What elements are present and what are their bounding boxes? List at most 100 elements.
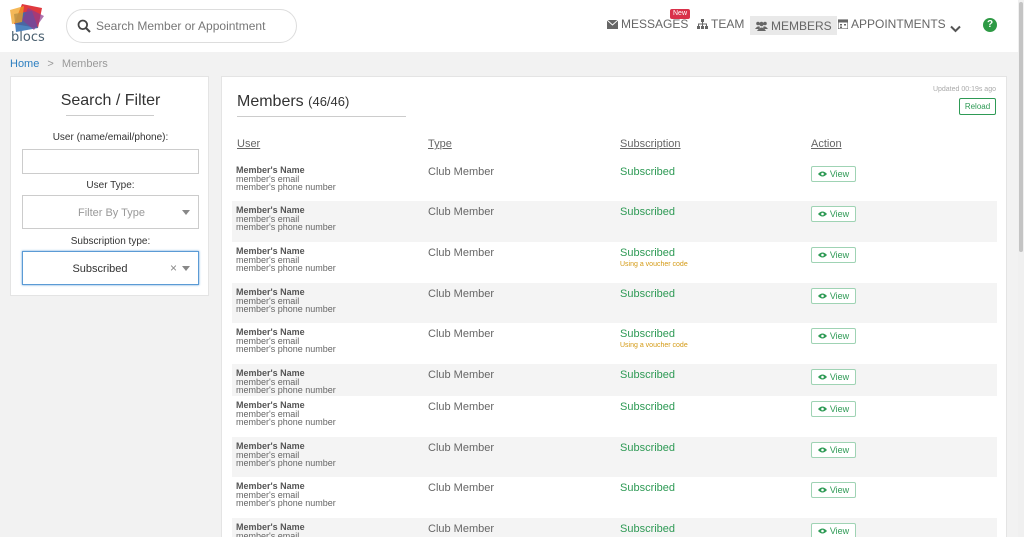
view-member-button[interactable]: View bbox=[811, 482, 856, 498]
user-type-placeholder: Filter By Type bbox=[77, 207, 146, 219]
member-user-cell: Member's Namemember's emailmember's phon… bbox=[236, 482, 336, 508]
nav-members[interactable]: MEMBERS bbox=[750, 16, 837, 35]
member-subscription-cell: Subscribed bbox=[620, 401, 675, 413]
nav-appointments[interactable]: APPOINTMENTS bbox=[838, 17, 946, 31]
filter-title: Search / Filter bbox=[60, 92, 161, 109]
table-row: Member's Namemember's emailmember's phon… bbox=[232, 161, 997, 201]
eye-icon bbox=[817, 374, 827, 380]
view-member-button[interactable]: View bbox=[811, 328, 856, 344]
clear-icon[interactable]: × bbox=[170, 261, 177, 275]
member-type: Club Member bbox=[428, 401, 495, 413]
eye-icon bbox=[817, 211, 827, 217]
view-member-button[interactable]: View bbox=[811, 401, 856, 417]
chevron-down-icon[interactable] bbox=[950, 20, 961, 38]
user-type-select[interactable]: Filter By Type bbox=[22, 195, 199, 229]
member-user-cell: Member's Namemember's emailmember's phon… bbox=[236, 328, 336, 354]
members-count: (46/46) bbox=[308, 94, 350, 109]
view-button-label: View bbox=[829, 526, 850, 536]
member-type: Club Member bbox=[428, 288, 495, 300]
member-user-cell: Member's Namemember's emailmember's phon… bbox=[236, 166, 336, 192]
view-member-button[interactable]: View bbox=[811, 247, 856, 263]
member-subscription-cell: Subscribed Using a voucher code bbox=[620, 328, 688, 349]
eye-icon bbox=[817, 293, 827, 299]
column-header-user[interactable]: User bbox=[237, 138, 260, 150]
member-phone: member's phone number bbox=[236, 458, 336, 468]
scrollbar-thumb[interactable] bbox=[1019, 2, 1023, 252]
member-subscription-cell: Subscribed bbox=[620, 369, 675, 381]
view-member-button[interactable]: View bbox=[811, 206, 856, 222]
nav-messages[interactable]: MESSAGES bbox=[607, 17, 688, 31]
column-header-subscription[interactable]: Subscription bbox=[620, 138, 681, 150]
nav-appointments-label: APPOINTMENTS bbox=[851, 17, 946, 31]
filter-title-divider bbox=[66, 115, 154, 116]
sitemap-icon bbox=[697, 19, 708, 29]
view-button-label: View bbox=[829, 331, 850, 341]
member-phone: member's phone number bbox=[236, 222, 336, 232]
member-subscription-cell: Subscribed bbox=[620, 523, 675, 535]
member-subscription: Subscribed bbox=[620, 206, 676, 218]
reload-button[interactable]: Reload bbox=[959, 98, 996, 115]
member-user-cell: Member's Namemember's emailmember's phon… bbox=[236, 247, 336, 273]
member-type: Club Member bbox=[428, 328, 495, 340]
member-type: Club Member bbox=[428, 442, 495, 454]
users-icon bbox=[755, 21, 768, 31]
column-header-action[interactable]: Action bbox=[811, 138, 842, 150]
member-email: member's email bbox=[236, 530, 300, 537]
member-type: Club Member bbox=[428, 523, 495, 535]
column-header-type[interactable]: Type bbox=[428, 138, 452, 150]
eye-icon bbox=[817, 252, 827, 258]
member-user-cell: Member's Namemember's emailmember's phon… bbox=[236, 401, 336, 427]
table-row: Member's Namemember's emailmember's phon… bbox=[232, 283, 997, 323]
member-phone: member's phone number bbox=[236, 304, 336, 314]
member-subscription: Subscribed bbox=[620, 523, 676, 535]
member-user-cell: Member's Namemember's emailmember's phon… bbox=[236, 288, 336, 314]
question-circle-icon[interactable]: ? bbox=[983, 18, 997, 32]
user-type-label: User Type: bbox=[86, 180, 135, 191]
view-member-button[interactable]: View bbox=[811, 369, 856, 385]
member-phone: member's phone number bbox=[236, 417, 336, 427]
view-button-label: View bbox=[829, 291, 850, 301]
member-user-cell: Member's Namemember's emailmember's phon… bbox=[236, 442, 336, 468]
view-member-button[interactable]: View bbox=[811, 523, 856, 537]
view-member-button[interactable]: View bbox=[811, 442, 856, 458]
nav-team[interactable]: TEAM bbox=[697, 17, 744, 31]
subscription-type-label: Subscription type: bbox=[70, 236, 151, 247]
page-scrollbar[interactable] bbox=[1018, 0, 1024, 537]
table-row: Member's Namemember's emailmember's phon… bbox=[232, 242, 997, 283]
member-phone: member's phone number bbox=[236, 182, 336, 192]
user-filter-input[interactable] bbox=[22, 149, 199, 174]
breadcrumb: Home > Members bbox=[10, 58, 108, 70]
member-type: Club Member bbox=[428, 166, 495, 178]
view-button-label: View bbox=[829, 209, 850, 219]
search-input[interactable] bbox=[96, 17, 286, 35]
member-subscription-cell: Subscribed bbox=[620, 482, 675, 494]
nav-messages-label: MESSAGES bbox=[621, 17, 689, 31]
table-row: Member's Namemember's emailmember's phon… bbox=[232, 323, 997, 364]
member-subscription: Subscribed bbox=[620, 442, 676, 454]
nav-team-label: TEAM bbox=[711, 17, 745, 31]
view-member-button[interactable]: View bbox=[811, 166, 856, 182]
user-filter-label: User (name/email/phone): bbox=[52, 132, 169, 143]
breadcrumb-current: Members bbox=[61, 58, 108, 70]
member-subscription: Subscribed bbox=[620, 482, 676, 494]
table-row: Member's Namemember's emailmember's phon… bbox=[232, 477, 997, 518]
eye-icon bbox=[817, 447, 827, 453]
subscription-note: Using a voucher code bbox=[620, 342, 688, 349]
calendar-icon bbox=[838, 19, 848, 29]
global-search[interactable] bbox=[66, 9, 297, 43]
app-logo[interactable]: blocs bbox=[8, 2, 48, 48]
subscription-type-value: Subscribed bbox=[72, 263, 128, 275]
member-type: Club Member bbox=[428, 482, 495, 494]
page-title: Members (46/46) bbox=[237, 93, 349, 111]
member-subscription-cell: Subscribed Using a voucher code bbox=[620, 247, 688, 268]
member-user-cell: Member's Namemember's emailmember's phon… bbox=[236, 369, 336, 395]
caret-down-icon bbox=[182, 266, 190, 271]
members-title: Members bbox=[237, 93, 304, 110]
member-phone: member's phone number bbox=[236, 498, 336, 508]
table-row: Member's Namemember's emailmember's phon… bbox=[232, 201, 997, 242]
view-button-label: View bbox=[829, 250, 850, 260]
subscription-type-select[interactable]: Subscribed × bbox=[22, 251, 199, 285]
view-member-button[interactable]: View bbox=[811, 288, 856, 304]
member-type: Club Member bbox=[428, 247, 495, 259]
breadcrumb-home[interactable]: Home bbox=[10, 58, 39, 70]
